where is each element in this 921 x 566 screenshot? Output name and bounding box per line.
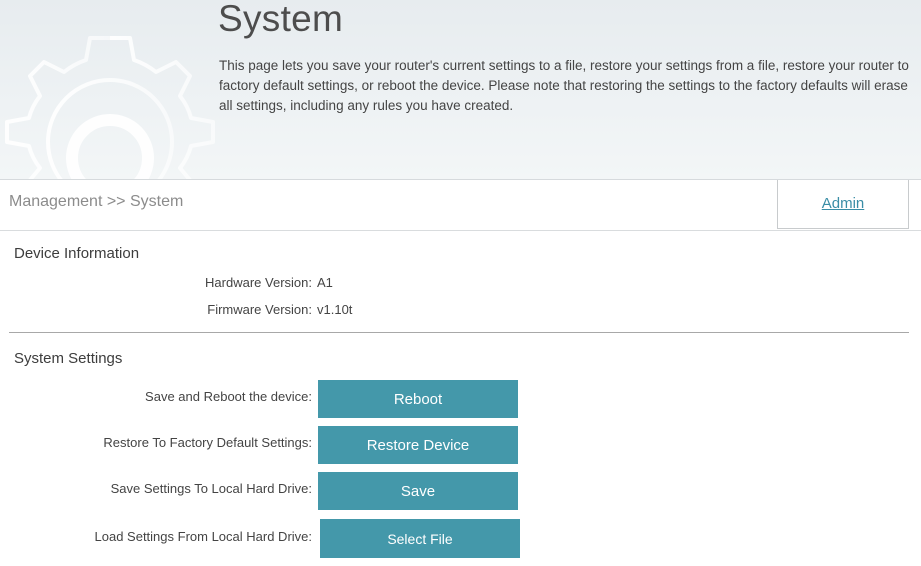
page-title: System (218, 0, 344, 39)
save-button[interactable]: Save (318, 472, 518, 510)
breadcrumb: Management >> System (9, 193, 184, 210)
reboot-button[interactable]: Reboot (318, 380, 518, 418)
section-divider (9, 332, 909, 333)
firmware-version-label: Firmware Version: (207, 302, 312, 317)
device-information-title: Device Information (14, 245, 140, 262)
hardware-version-value: A1 (317, 275, 333, 290)
select-file-button[interactable]: Select File (320, 519, 520, 558)
firmware-version-value: v1.10t (317, 302, 353, 317)
restore-label: Restore To Factory Default Settings: (103, 435, 312, 450)
load-settings-label: Load Settings From Local Hard Drive: (94, 529, 312, 544)
gear-icon (0, 30, 240, 179)
system-settings-title: System Settings (14, 350, 123, 367)
admin-tab[interactable]: Admin (777, 180, 909, 229)
page-header: System This page lets you save your rout… (0, 0, 921, 180)
admin-link[interactable]: Admin (778, 195, 908, 212)
hardware-version-label: Hardware Version: (205, 275, 312, 290)
save-settings-label: Save Settings To Local Hard Drive: (110, 481, 312, 496)
restore-device-button[interactable]: Restore Device (318, 426, 518, 464)
page-description: This page lets you save your router's cu… (219, 58, 909, 113)
reboot-label: Save and Reboot the device: (145, 389, 312, 404)
